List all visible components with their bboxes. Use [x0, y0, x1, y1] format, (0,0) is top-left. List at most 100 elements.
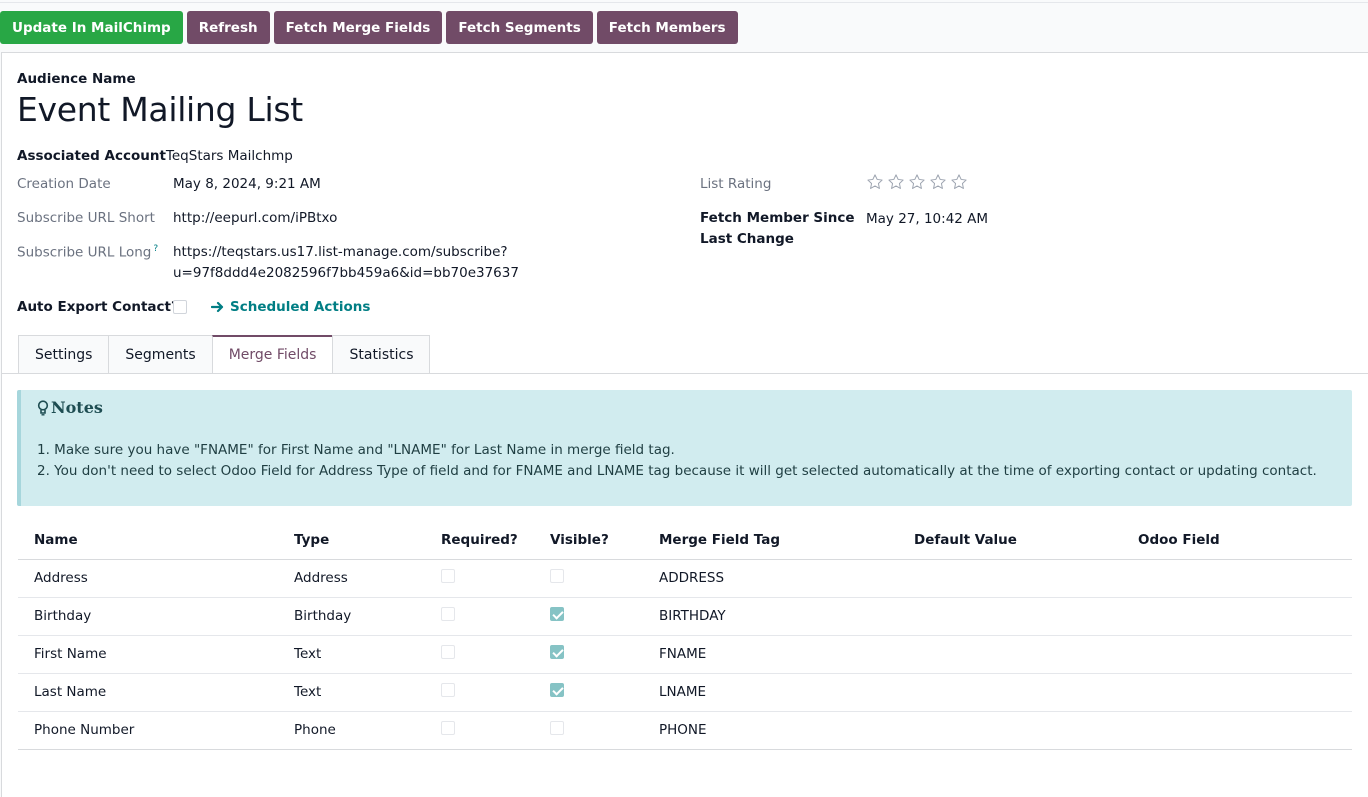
fetch-member-since-value: May 27, 10:42 AM — [866, 211, 989, 227]
cell-odoo-field[interactable] — [1122, 673, 1352, 712]
list-rating-stars[interactable] — [866, 173, 968, 191]
associated-account-value[interactable]: TeqStars Mailchmp — [166, 148, 293, 164]
cell-default-value[interactable] — [898, 673, 1122, 712]
visible-checkbox — [550, 721, 564, 735]
scheduled-actions-link[interactable]: Scheduled Actions — [211, 299, 370, 315]
star-empty-icon[interactable] — [887, 173, 905, 191]
cell-required — [425, 559, 534, 598]
fetch-merge-fields-button[interactable]: Fetch Merge Fields — [273, 11, 443, 44]
table-row[interactable]: First Name Text FNAME — [18, 635, 1352, 674]
tab-merge-fields[interactable]: Merge Fields — [211, 335, 333, 374]
required-checkbox — [441, 721, 455, 735]
cell-default-value[interactable] — [898, 559, 1122, 598]
cell-visible — [534, 597, 643, 636]
required-checkbox — [441, 645, 455, 659]
cell-default-value[interactable] — [898, 597, 1122, 636]
cell-odoo-field[interactable] — [1122, 559, 1352, 598]
fetch-member-since-label-line1: Fetch Member Since — [700, 210, 855, 226]
visible-checkbox — [550, 607, 564, 621]
notes-heading: Notes — [37, 398, 103, 417]
table-row[interactable]: Birthday Birthday BIRTHDAY — [18, 597, 1352, 636]
cell-type[interactable]: Text — [278, 635, 425, 674]
column-header-type[interactable]: Type — [278, 521, 425, 560]
notes-line-1: 1. Make sure you have "FNAME" for First … — [37, 442, 675, 458]
column-header-default-value[interactable]: Default Value — [898, 521, 1122, 560]
cell-required — [425, 673, 534, 712]
table-row[interactable]: Address Address ADDRESS — [18, 559, 1352, 598]
subscribe-url-long-line1[interactable]: https://teqstars.us17.list-manage.com/su… — [173, 244, 508, 260]
top-divider — [0, 2, 1368, 3]
subscribe-url-long-line2[interactable]: u=97f8ddd4e2082596f7bb459a6&id=bb70e3763… — [173, 265, 519, 281]
cell-merge-field-tag[interactable]: PHONE — [643, 711, 898, 750]
scheduled-actions-label: Scheduled Actions — [230, 299, 371, 315]
cell-visible — [534, 559, 643, 598]
audience-name-label: Audience Name — [17, 71, 136, 87]
visible-checkbox — [550, 683, 564, 697]
cell-merge-field-tag[interactable]: FNAME — [643, 635, 898, 674]
merge-fields-table: Name Type Required? Visible? Merge Field… — [18, 521, 1352, 750]
table-row[interactable]: Last Name Text LNAME — [18, 673, 1352, 712]
help-tooltip-icon[interactable]: ? — [153, 244, 158, 254]
associated-account-row: Associated AccountTeqStars Mailchmp — [17, 148, 293, 164]
cell-name[interactable]: Last Name — [18, 673, 278, 712]
table-header-row: Name Type Required? Visible? Merge Field… — [18, 521, 1352, 560]
cell-type[interactable]: Address — [278, 559, 425, 598]
cell-visible — [534, 635, 643, 674]
subscribe-url-long-label: Subscribe URL Long — [17, 244, 152, 261]
star-empty-icon[interactable] — [866, 173, 884, 191]
table-row[interactable]: Phone Number Phone PHONE — [18, 711, 1352, 750]
list-rating-label: List Rating — [700, 176, 772, 192]
cell-odoo-field[interactable] — [1122, 635, 1352, 674]
notes-line-2: 2. You don't need to select Odoo Field f… — [37, 463, 1317, 479]
cell-name[interactable]: Phone Number — [18, 711, 278, 750]
update-in-mailchimp-button[interactable]: Update In MailChimp — [0, 11, 183, 44]
cell-name[interactable]: Address — [18, 559, 278, 598]
column-header-required[interactable]: Required? — [425, 521, 534, 560]
cell-name[interactable]: Birthday — [18, 597, 278, 636]
audience-name-field[interactable]: Event Mailing List — [17, 90, 303, 129]
star-empty-icon[interactable] — [908, 173, 926, 191]
associated-account-label: Associated Account — [17, 148, 166, 164]
required-checkbox — [441, 607, 455, 621]
column-header-visible[interactable]: Visible? — [534, 521, 643, 560]
column-header-odoo-field[interactable]: Odoo Field — [1122, 521, 1352, 560]
creation-date-label: Creation Date — [17, 176, 111, 192]
column-header-name[interactable]: Name — [18, 521, 278, 560]
cell-type[interactable]: Birthday — [278, 597, 425, 636]
cell-merge-field-tag[interactable]: BIRTHDAY — [643, 597, 898, 636]
cell-odoo-field[interactable] — [1122, 597, 1352, 636]
column-header-merge-field-tag[interactable]: Merge Field Tag — [643, 521, 898, 560]
fetch-segments-button[interactable]: Fetch Segments — [446, 11, 593, 44]
notes-alert: Notes 1. Make sure you have "FNAME" for … — [17, 390, 1352, 506]
tab-statistics[interactable]: Statistics — [332, 335, 431, 374]
form-sheet: Audience Name Event Mailing List Associa… — [1, 52, 1368, 797]
star-empty-icon[interactable] — [929, 173, 947, 191]
cell-required — [425, 711, 534, 750]
cell-type[interactable]: Text — [278, 673, 425, 712]
auto-export-contact-label: Auto Export Contact? — [17, 299, 179, 315]
cell-type[interactable]: Phone — [278, 711, 425, 750]
cell-default-value[interactable] — [898, 635, 1122, 674]
notes-title: Notes — [51, 398, 103, 417]
fetch-members-button[interactable]: Fetch Members — [596, 11, 738, 44]
auto-export-contact-checkbox[interactable] — [173, 300, 187, 314]
subscribe-url-short-label: Subscribe URL Short — [17, 210, 155, 226]
notebook-tabs: Settings Segments Merge Fields Statistic… — [18, 335, 431, 374]
tab-divider — [2, 373, 1368, 374]
cell-odoo-field[interactable] — [1122, 711, 1352, 750]
tab-segments[interactable]: Segments — [108, 335, 212, 374]
arrow-right-icon — [211, 301, 224, 313]
cell-required — [425, 635, 534, 674]
visible-checkbox — [550, 645, 564, 659]
star-empty-icon[interactable] — [950, 173, 968, 191]
visible-checkbox — [550, 569, 564, 583]
cell-default-value[interactable] — [898, 711, 1122, 750]
tab-settings[interactable]: Settings — [18, 335, 109, 374]
refresh-button[interactable]: Refresh — [186, 11, 270, 44]
cell-merge-field-tag[interactable]: LNAME — [643, 673, 898, 712]
cell-merge-field-tag[interactable]: ADDRESS — [643, 559, 898, 598]
cell-visible — [534, 673, 643, 712]
cell-name[interactable]: First Name — [18, 635, 278, 674]
subscribe-url-short-value[interactable]: http://eepurl.com/iPBtxo — [173, 210, 337, 226]
action-toolbar: Update In MailChimp Refresh Fetch Merge … — [0, 11, 738, 44]
